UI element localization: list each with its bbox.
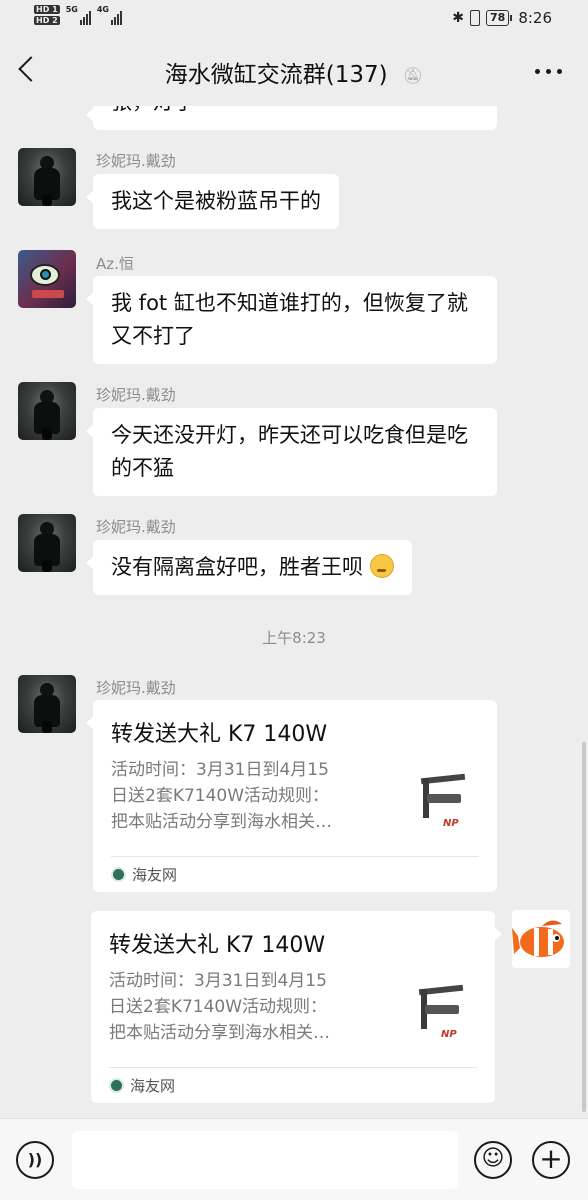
card-desc-line: 活动时间：3月31日到4月15 (111, 760, 329, 780)
link-card[interactable]: 转发送大礼 K7 140W 活动时间：3月31日到4月15 日送2套K7140W… (91, 911, 502, 1103)
card-desc-line: 日送2套K7140W活动规则： (109, 997, 328, 1017)
clownfish-icon (512, 920, 564, 957)
sender-name: 珍妮玛.戴劲 (96, 386, 176, 404)
thumb-logo: NP (443, 818, 459, 829)
message-text: 我 fot 缸也不知道谁打的，但恢复了就又不打了 (111, 291, 468, 348)
network-type-2: 4G (96, 5, 109, 14)
sender-name: 珍妮玛.戴劲 (96, 518, 176, 536)
avatar[interactable] (18, 148, 76, 206)
message-bubble[interactable]: 我这个是被粉蓝吊干的 (86, 174, 339, 229)
status-left: HD 1 HD 2 5G 4G (34, 5, 122, 25)
avatar[interactable] (18, 250, 76, 308)
more-options-button[interactable] (535, 69, 562, 74)
battery-level: 78 (486, 10, 510, 26)
source-name: 海友网 (132, 866, 178, 884)
input-bar: )) ☺ + (0, 1118, 588, 1200)
plus-icon: + (539, 1142, 563, 1175)
link-card[interactable]: 转发送大礼 K7 140W 活动时间：3月31日到4月15 日送2套K7140W… (86, 700, 497, 892)
card-divider (109, 1067, 477, 1068)
status-bar: HD 1 HD 2 5G 4G ✱ 78 8:26 (0, 0, 588, 38)
network-type-1: 5G (65, 5, 78, 14)
source-icon (111, 867, 126, 882)
sender-name: 珍妮玛.戴劲 (96, 679, 176, 697)
thinking-face-emoji (369, 554, 394, 578)
card-desc-line: 日送2套K7140W活动规则： (111, 786, 330, 806)
emoji-icon: ☺ (481, 1146, 505, 1171)
voice-button[interactable]: )) (16, 1141, 54, 1179)
message-bubble[interactable]: 张，灯了 (86, 106, 497, 130)
sender-name: 珍妮玛.戴劲 (96, 152, 176, 170)
card-title: 转发送大礼 K7 140W (111, 722, 328, 747)
source-name: 海友网 (130, 1077, 176, 1095)
source-icon (109, 1078, 124, 1093)
sim1-badge: HD 1 (34, 5, 60, 14)
vibrate-icon (470, 10, 480, 26)
message-bubble[interactable]: 没有隔离盒好吧，胜者王呗 (86, 540, 412, 595)
scrollbar[interactable] (582, 742, 586, 1112)
message-text: 今天还没开灯，昨天还可以吃食但是吃的不猛 (111, 423, 468, 480)
sender-name: Az.恒 (96, 255, 134, 273)
chat-header: 海水微缸交流群(137) 🔕︎ (0, 38, 588, 106)
card-desc-line: 活动时间：3月31日到4月15 (109, 971, 327, 991)
card-desc-line: 把本贴活动分享到海水相关… (109, 1023, 330, 1043)
signal-icon: 4G (97, 5, 122, 25)
card-description: 活动时间：3月31日到4月15 日送2套K7140W活动规则： 把本贴活动分享到… (111, 757, 391, 835)
avatar[interactable] (18, 514, 76, 572)
message-text: 张，灯了 (111, 106, 195, 114)
my-avatar[interactable] (512, 910, 570, 968)
signal-icon: 5G (66, 5, 91, 25)
emoji-button[interactable]: ☺ (474, 1141, 512, 1179)
status-time: 8:26 (518, 9, 552, 27)
more-icon (535, 69, 540, 74)
timestamp: 上午8:23 (262, 629, 326, 647)
voice-icon: )) (27, 1150, 43, 1169)
chat-title: 海水微缸交流群(137) (164, 62, 388, 88)
battery-icon: 78 (486, 10, 513, 26)
status-right: ✱ 78 8:26 (452, 9, 552, 27)
thumb-logo: NP (441, 1029, 457, 1040)
avatar[interactable] (18, 675, 76, 733)
sim2-badge: HD 2 (34, 16, 60, 25)
card-description: 活动时间：3月31日到4月15 日送2套K7140W活动规则： 把本贴活动分享到… (109, 968, 389, 1046)
card-divider (111, 856, 479, 857)
card-source: 海友网 (111, 864, 177, 885)
card-thumbnail: NP (407, 981, 477, 1051)
sim-badges: HD 1 HD 2 (34, 5, 60, 25)
chat-message-list[interactable]: 张，灯了 珍妮玛.戴劲 我这个是被粉蓝吊干的 Az.恒 我 fot 缸也不知道谁… (0, 106, 588, 1118)
bluetooth-icon: ✱ (452, 10, 464, 26)
card-title: 转发送大礼 K7 140W (109, 933, 326, 958)
card-thumbnail: NP (409, 770, 479, 840)
message-bubble[interactable]: 我 fot 缸也不知道谁打的，但恢复了就又不打了 (86, 276, 497, 364)
avatar[interactable] (18, 382, 76, 440)
card-desc-line: 把本贴活动分享到海水相关… (111, 812, 332, 832)
more-actions-button[interactable]: + (532, 1141, 570, 1179)
message-text: 我这个是被粉蓝吊干的 (111, 189, 321, 213)
chat-title-wrap: 海水微缸交流群(137) 🔕︎ (0, 55, 588, 89)
message-bubble[interactable]: 今天还没开灯，昨天还可以吃食但是吃的不猛 (86, 408, 497, 496)
message-input[interactable] (72, 1131, 458, 1189)
card-source: 海友网 (109, 1075, 175, 1096)
message-text: 没有隔离盒好吧，胜者王呗 (111, 555, 363, 579)
bell-off-icon: 🔕︎ (402, 66, 424, 85)
